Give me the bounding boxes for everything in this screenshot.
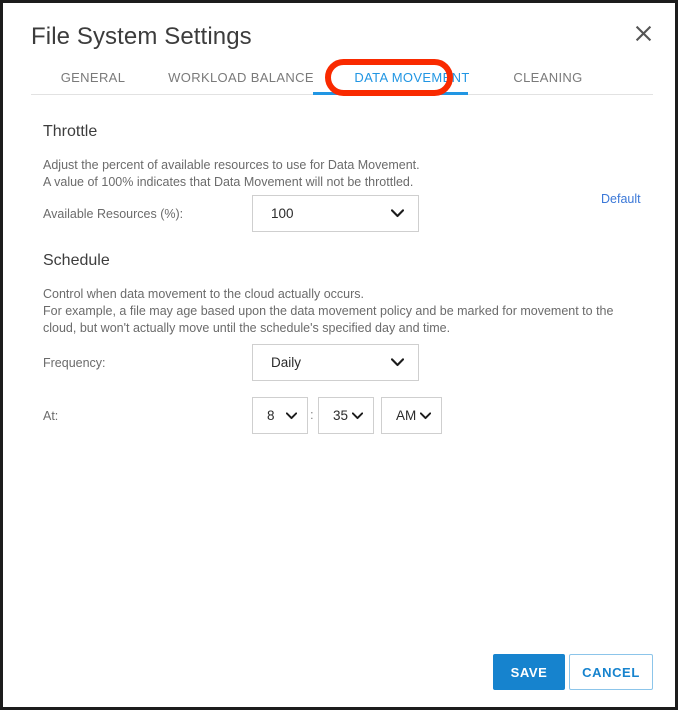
minute-value: 35 <box>333 408 349 423</box>
frequency-label: Frequency: <box>43 356 106 370</box>
active-tab-indicator <box>313 92 468 95</box>
schedule-section-heading: Schedule <box>43 252 110 269</box>
tab-cleaning[interactable]: CLEANING <box>493 65 603 91</box>
chevron-down-icon <box>420 411 441 420</box>
schedule-section-description: Control when data movement to the cloud … <box>43 287 614 335</box>
chevron-down-icon <box>391 358 418 367</box>
tab-data-movement[interactable]: DATA MOVEMENT <box>331 65 493 91</box>
save-button[interactable]: SAVE <box>493 654 565 690</box>
frequency-value: Daily <box>271 355 302 370</box>
chevron-down-icon <box>391 209 418 218</box>
cancel-button[interactable]: CANCEL <box>569 654 653 690</box>
meridiem-value: AM <box>396 408 417 423</box>
available-resources-label: Available Resources (%): <box>43 207 184 221</box>
chevron-down-icon <box>352 411 373 420</box>
file-system-settings-dialog: File System Settings GENERAL WORKLOAD BA… <box>3 3 675 707</box>
minute-select[interactable]: 35 <box>318 397 374 434</box>
screenshot-root: File System Settings GENERAL WORKLOAD BA… <box>0 0 678 710</box>
default-link[interactable]: Default <box>601 192 641 206</box>
tab-general[interactable]: GENERAL <box>53 65 133 91</box>
tab-workload-balance[interactable]: WORKLOAD BALANCE <box>161 65 321 91</box>
throttle-section-description: Adjust the percent of available resource… <box>43 158 420 189</box>
tab-bar: GENERAL WORKLOAD BALANCE DATA MOVEMENT C… <box>31 65 653 95</box>
throttle-section-heading: Throttle <box>43 123 98 140</box>
hour-select[interactable]: 8 <box>252 397 308 434</box>
hour-value: 8 <box>267 408 275 423</box>
frequency-select[interactable]: Daily <box>252 344 419 381</box>
dialog-title: File System Settings <box>31 23 252 50</box>
close-icon <box>635 25 652 42</box>
close-button[interactable] <box>627 17 659 49</box>
available-resources-select[interactable]: 100 <box>252 195 419 232</box>
chevron-down-icon <box>286 411 307 420</box>
meridiem-select[interactable]: AM <box>381 397 442 434</box>
time-separator: : <box>310 407 314 422</box>
available-resources-value: 100 <box>271 206 294 221</box>
at-label: At: <box>43 409 59 423</box>
